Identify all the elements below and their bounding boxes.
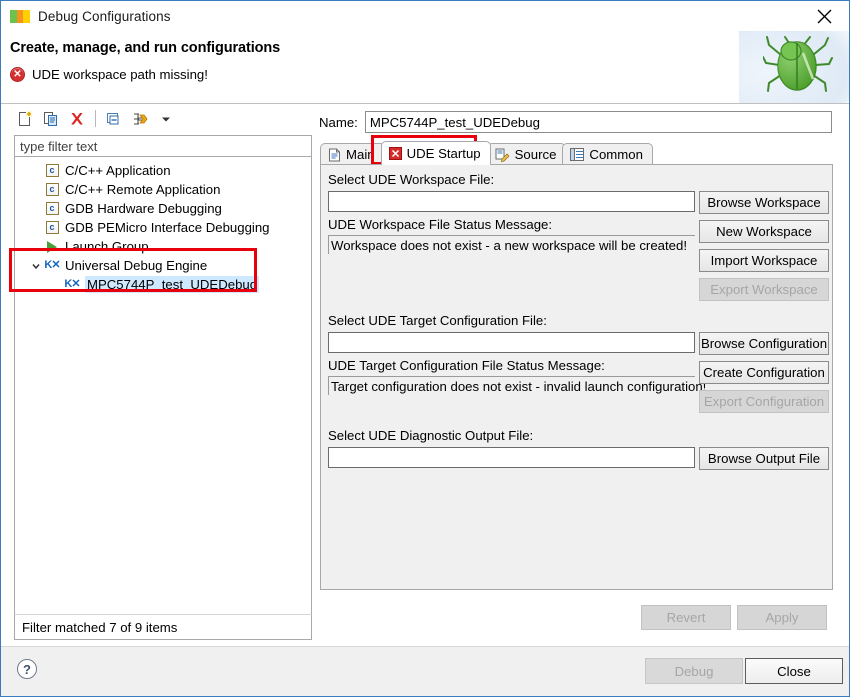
browse-output-file-button[interactable]: Browse Output File bbox=[699, 447, 829, 470]
tree-item-label: Launch Group bbox=[65, 239, 149, 254]
tab-main[interactable]: Main bbox=[320, 143, 385, 165]
c-file-icon: c bbox=[43, 182, 61, 198]
configuration-editor-panel: Name: Main UDE Startup Source Common Select… bbox=[319, 105, 843, 640]
ude-startup-tab-panel: Select UDE Workspace File: Browse Worksp… bbox=[320, 164, 833, 590]
c-file-icon: c bbox=[43, 201, 61, 217]
tab-label: UDE Startup bbox=[406, 146, 481, 161]
close-button[interactable]: Close bbox=[745, 658, 843, 684]
diagnostic-output-input[interactable] bbox=[328, 447, 695, 468]
c-file-icon: c bbox=[43, 220, 61, 236]
workspace-field-label: Select UDE Workspace File: bbox=[328, 172, 495, 187]
error-message: UDE workspace path missing! bbox=[32, 67, 208, 82]
configurations-tree[interactable]: c C/C++ Application c C/C++ Remote Applicat… bbox=[14, 157, 312, 640]
browse-configuration-button[interactable]: Browse Configuration bbox=[699, 332, 829, 355]
tab-label: Source bbox=[514, 147, 557, 162]
copy-document-icon bbox=[44, 111, 57, 126]
collapse-all-button[interactable] bbox=[102, 108, 126, 130]
green-bug-icon bbox=[763, 36, 833, 92]
window-title: Debug Configurations bbox=[38, 8, 171, 24]
tree-item-label: C/C++ Application bbox=[65, 163, 171, 178]
tab-ude-startup[interactable]: UDE Startup bbox=[380, 141, 491, 165]
workspace-status-value: Workspace does not exist - a new workspa… bbox=[328, 235, 695, 254]
title-bar: Debug Configurations bbox=[1, 1, 849, 31]
target-config-input[interactable] bbox=[328, 332, 695, 353]
configurations-toolbar bbox=[9, 105, 312, 132]
workspace-file-input[interactable] bbox=[328, 191, 695, 212]
revert-apply-row: Revert Apply bbox=[319, 605, 843, 631]
filter-configurations-button[interactable] bbox=[128, 108, 152, 130]
tree-item-mpc5744p-test-udedebug[interactable]: K✕ MPC5744P_test_UDEDebug bbox=[15, 275, 311, 294]
launch-group-icon bbox=[43, 239, 61, 255]
export-workspace-button: Export Workspace bbox=[699, 278, 829, 301]
name-label: Name: bbox=[319, 114, 358, 130]
filter-status-label: Filter matched 7 of 9 items bbox=[14, 614, 312, 640]
target-status-label: UDE Target Configuration File Status Mes… bbox=[328, 358, 605, 373]
target-config-field-label: Select UDE Target Configuration File: bbox=[328, 313, 547, 328]
configuration-tabs: Main UDE Startup Source Common bbox=[320, 141, 653, 165]
new-document-icon bbox=[19, 110, 32, 126]
view-menu-button[interactable] bbox=[154, 108, 178, 130]
tree-item-label: GDB Hardware Debugging bbox=[65, 201, 222, 216]
duplicate-configuration-button[interactable] bbox=[39, 108, 63, 130]
tab-label: Main bbox=[346, 147, 375, 162]
error-icon: ✕ bbox=[10, 67, 25, 82]
nxp-logo-icon bbox=[10, 9, 30, 23]
ude-icon: K✕ bbox=[64, 278, 80, 290]
tree-item-c-c-application[interactable]: c C/C++ Application bbox=[15, 161, 311, 180]
close-icon bbox=[817, 9, 831, 23]
help-question-icon[interactable]: ? bbox=[17, 659, 37, 679]
delete-configuration-button[interactable] bbox=[65, 108, 89, 130]
filter-text-input[interactable] bbox=[14, 135, 312, 157]
delete-red-x-icon bbox=[71, 112, 83, 124]
workspace-status-label: UDE Workspace File Status Message: bbox=[328, 217, 553, 232]
toolbar-separator bbox=[95, 110, 96, 127]
error-badge-icon bbox=[388, 147, 402, 160]
create-configuration-button[interactable]: Create Configuration bbox=[699, 361, 829, 384]
chevron-down-icon bbox=[162, 117, 170, 121]
apply-button: Apply bbox=[737, 605, 827, 630]
new-launch-configuration-button[interactable] bbox=[13, 108, 37, 130]
tree-rows-container: c C/C++ Application c C/C++ Remote Applicat… bbox=[15, 161, 311, 294]
status-message-row: ✕ UDE workspace path missing! bbox=[10, 67, 208, 82]
tree-item-launch-group[interactable]: Launch Group bbox=[15, 237, 311, 256]
tree-item-label: Universal Debug Engine bbox=[65, 258, 208, 273]
document-icon bbox=[328, 148, 341, 162]
tab-label: Common bbox=[589, 147, 643, 162]
source-folder-icon bbox=[495, 148, 510, 162]
filter-arrow-icon bbox=[134, 112, 148, 125]
dialog-header: Create, manage, and run configurations ✕… bbox=[1, 31, 849, 104]
tree-expand-twisty[interactable] bbox=[29, 261, 43, 271]
collapse-all-icon bbox=[107, 112, 119, 124]
page-title: Create, manage, and run configurations bbox=[10, 40, 281, 56]
import-workspace-button[interactable]: Import Workspace bbox=[699, 249, 829, 272]
configuration-name-input[interactable] bbox=[364, 111, 832, 133]
diagnostic-output-label: Select UDE Diagnostic Output File: bbox=[328, 428, 534, 443]
tree-item-gdb-hardware-debugging[interactable]: c GDB Hardware Debugging bbox=[15, 199, 311, 218]
tree-item-c-c-remote-application[interactable]: c C/C++ Remote Application bbox=[15, 180, 311, 199]
configurations-panel: c C/C++ Application c C/C++ Remote Applicat… bbox=[9, 105, 312, 640]
tree-item-label: GDB PEMicro Interface Debugging bbox=[65, 220, 270, 235]
tree-item-label: MPC5744P_test_UDEDebug bbox=[85, 276, 260, 293]
ude-icon: K✕ bbox=[44, 259, 60, 271]
c-file-icon: c bbox=[43, 163, 61, 179]
common-grid-icon bbox=[570, 148, 585, 161]
tab-source[interactable]: Source bbox=[486, 143, 567, 165]
configuration-name-row: Name: bbox=[319, 111, 832, 133]
tab-common[interactable]: Common bbox=[562, 143, 653, 165]
tree-item-universal-debug-engine[interactable]: K✕ Universal Debug Engine bbox=[15, 256, 311, 275]
browse-workspace-button[interactable]: Browse Workspace bbox=[699, 191, 829, 214]
tree-item-gdb-pemicro-interface-debugging[interactable]: c GDB PEMicro Interface Debugging bbox=[15, 218, 311, 237]
bug-decoration bbox=[739, 31, 849, 103]
close-window-button[interactable] bbox=[803, 2, 845, 30]
target-status-value: Target configuration does not exist - in… bbox=[328, 376, 706, 395]
revert-button: Revert bbox=[641, 605, 731, 630]
new-workspace-button[interactable]: New Workspace bbox=[699, 220, 829, 243]
export-configuration-button: Export Configuration bbox=[699, 390, 829, 413]
debug-configurations-dialog: Debug Configurations Create, manage, and… bbox=[0, 0, 850, 697]
debug-button: Debug bbox=[645, 658, 743, 684]
tree-item-label: C/C++ Remote Application bbox=[65, 182, 221, 197]
dialog-footer: ? Debug Close bbox=[1, 646, 849, 696]
